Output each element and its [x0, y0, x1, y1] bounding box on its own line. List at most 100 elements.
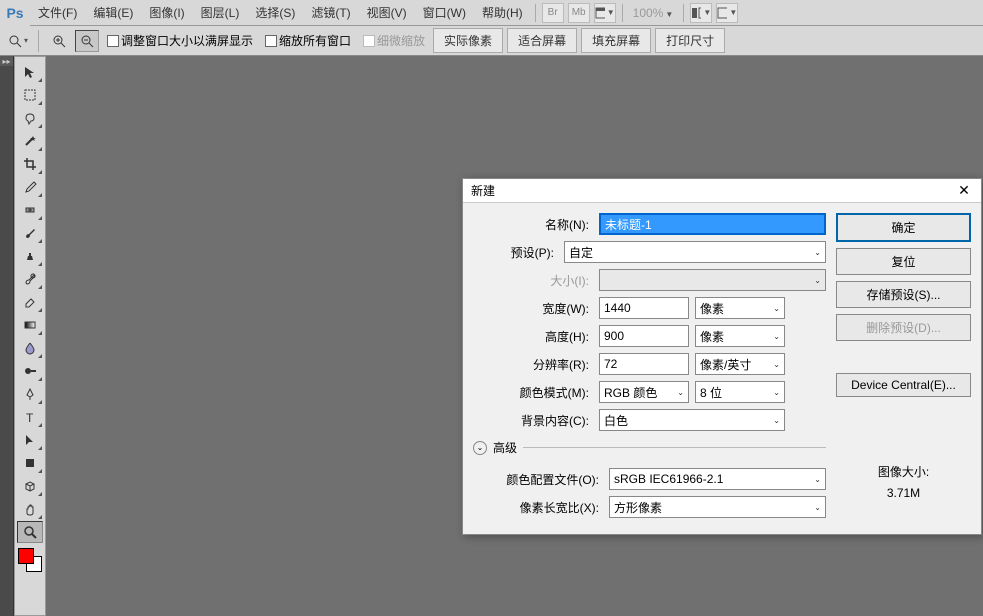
fit-screen-button[interactable]: 适合屏幕: [507, 28, 577, 53]
app-logo: Ps: [0, 0, 30, 26]
height-unit-select[interactable]: 像素⌄: [695, 325, 785, 347]
move-tool[interactable]: [17, 61, 43, 83]
color-mode-label: 颜色模式(M):: [473, 384, 593, 401]
screen-icon[interactable]: ▼: [716, 3, 738, 23]
history-brush-tool[interactable]: [17, 268, 43, 290]
separator: [523, 447, 826, 448]
menu-file[interactable]: 文件(F): [30, 0, 85, 26]
arrange-docs-icon[interactable]: ▼: [690, 3, 712, 23]
preset-select[interactable]: 自定⌄: [564, 241, 826, 263]
marquee-tool[interactable]: [17, 84, 43, 106]
screen-mode-icon[interactable]: ▼: [594, 3, 616, 23]
background-label: 背景内容(C):: [473, 412, 593, 429]
minibridge-icon[interactable]: Mb: [568, 3, 590, 23]
separator: [535, 4, 536, 22]
fill-screen-button[interactable]: 填充屏幕: [581, 28, 651, 53]
toolbox: T: [14, 56, 46, 616]
pen-tool[interactable]: [17, 383, 43, 405]
eraser-tool[interactable]: [17, 291, 43, 313]
cancel-button[interactable]: 复位: [836, 248, 971, 275]
separator: [683, 4, 684, 22]
separator: [622, 4, 623, 22]
menubar: Ps 文件(F) 编辑(E) 图像(I) 图层(L) 选择(S) 滤镜(T) 视…: [0, 0, 983, 26]
blur-tool[interactable]: [17, 337, 43, 359]
checkbox-icon: [265, 35, 277, 47]
dodge-tool[interactable]: [17, 360, 43, 382]
height-input[interactable]: [599, 325, 689, 347]
zoom-out-icon[interactable]: [75, 30, 99, 52]
color-profile-select[interactable]: sRGB IEC61966-2.1⌄: [609, 468, 826, 490]
image-size-value: 3.71M: [836, 486, 971, 500]
healing-brush-tool[interactable]: [17, 199, 43, 221]
eyedropper-tool[interactable]: [17, 176, 43, 198]
foreground-color-swatch[interactable]: [18, 548, 34, 564]
path-selection-tool[interactable]: [17, 429, 43, 451]
preset-label: 预设(P):: [473, 244, 558, 261]
advanced-toggle-icon[interactable]: ⌄: [473, 441, 487, 455]
width-input[interactable]: [599, 297, 689, 319]
tool-preset-icon[interactable]: ▾: [6, 30, 30, 52]
resolution-label: 分辨率(R):: [473, 356, 593, 373]
expand-panels-icon[interactable]: ▸▸: [0, 56, 13, 66]
lasso-tool[interactable]: [17, 107, 43, 129]
name-label: 名称(N):: [473, 216, 593, 233]
delete-preset-button: 删除预设(D)...: [836, 314, 971, 341]
resolution-input[interactable]: [599, 353, 689, 375]
separator: [38, 30, 39, 52]
clone-stamp-tool[interactable]: [17, 245, 43, 267]
menu-filter[interactable]: 滤镜(T): [303, 0, 358, 26]
width-label: 宽度(W):: [473, 300, 593, 317]
checkbox-icon: [363, 35, 375, 47]
menu-layer[interactable]: 图层(L): [193, 0, 248, 26]
3d-tool[interactable]: [17, 475, 43, 497]
zoom-level[interactable]: 100%▼: [627, 6, 680, 20]
menu-view[interactable]: 视图(V): [359, 0, 415, 26]
color-mode-select[interactable]: RGB 颜色⌄: [599, 381, 689, 403]
pixel-aspect-label: 像素长宽比(X):: [473, 499, 603, 516]
dialog-titlebar[interactable]: 新建 ✕: [463, 179, 981, 203]
save-preset-button[interactable]: 存储预设(S)...: [836, 281, 971, 308]
menu-edit[interactable]: 编辑(E): [85, 0, 141, 26]
resize-window-check[interactable]: 调整窗口大小以满屏显示: [103, 32, 257, 49]
shape-tool[interactable]: [17, 452, 43, 474]
zoom-tool[interactable]: [17, 521, 43, 543]
gradient-tool[interactable]: [17, 314, 43, 336]
zoom-all-check[interactable]: 缩放所有窗口: [261, 32, 355, 49]
ok-button[interactable]: 确定: [836, 213, 971, 242]
new-document-dialog: 新建 ✕ 名称(N): 预设(P): 自定⌄ 大小(I): ⌄ 宽度(W): 像…: [462, 178, 982, 535]
crop-tool[interactable]: [17, 153, 43, 175]
dialog-title-text: 新建: [471, 182, 495, 199]
color-swatches[interactable]: [18, 548, 42, 572]
zoom-in-icon[interactable]: [47, 30, 71, 52]
type-tool[interactable]: T: [17, 406, 43, 428]
name-input[interactable]: [599, 213, 826, 235]
checkbox-icon: [107, 35, 119, 47]
svg-text:T: T: [26, 411, 34, 424]
pixel-aspect-select[interactable]: 方形像素⌄: [609, 496, 826, 518]
menu-image[interactable]: 图像(I): [141, 0, 192, 26]
magic-wand-tool[interactable]: [17, 130, 43, 152]
size-label: 大小(I):: [473, 272, 593, 289]
bridge-icon[interactable]: Br: [542, 3, 564, 23]
actual-pixels-button[interactable]: 实际像素: [433, 28, 503, 53]
menu-help[interactable]: 帮助(H): [474, 0, 531, 26]
print-size-button[interactable]: 打印尺寸: [655, 28, 725, 53]
close-icon[interactable]: ✕: [955, 182, 973, 200]
scrubby-zoom-check[interactable]: 细微缩放: [359, 32, 429, 49]
menu-select[interactable]: 选择(S): [247, 0, 303, 26]
resolution-unit-select[interactable]: 像素/英寸⌄: [695, 353, 785, 375]
options-bar: ▾ 调整窗口大小以满屏显示 缩放所有窗口 细微缩放 实际像素 适合屏幕 填充屏幕…: [0, 26, 983, 56]
image-size-label: 图像大小:: [836, 463, 971, 480]
panel-tab-strip[interactable]: ▸▸: [0, 56, 14, 616]
brush-tool[interactable]: [17, 222, 43, 244]
menu-window[interactable]: 窗口(W): [415, 0, 474, 26]
color-profile-label: 颜色配置文件(O):: [473, 471, 603, 488]
size-select: ⌄: [599, 269, 826, 291]
advanced-label: 高级: [493, 439, 517, 456]
height-label: 高度(H):: [473, 328, 593, 345]
bit-depth-select[interactable]: 8 位⌄: [695, 381, 785, 403]
hand-tool[interactable]: [17, 498, 43, 520]
background-select[interactable]: 白色⌄: [599, 409, 785, 431]
width-unit-select[interactable]: 像素⌄: [695, 297, 785, 319]
device-central-button[interactable]: Device Central(E)...: [836, 373, 971, 397]
